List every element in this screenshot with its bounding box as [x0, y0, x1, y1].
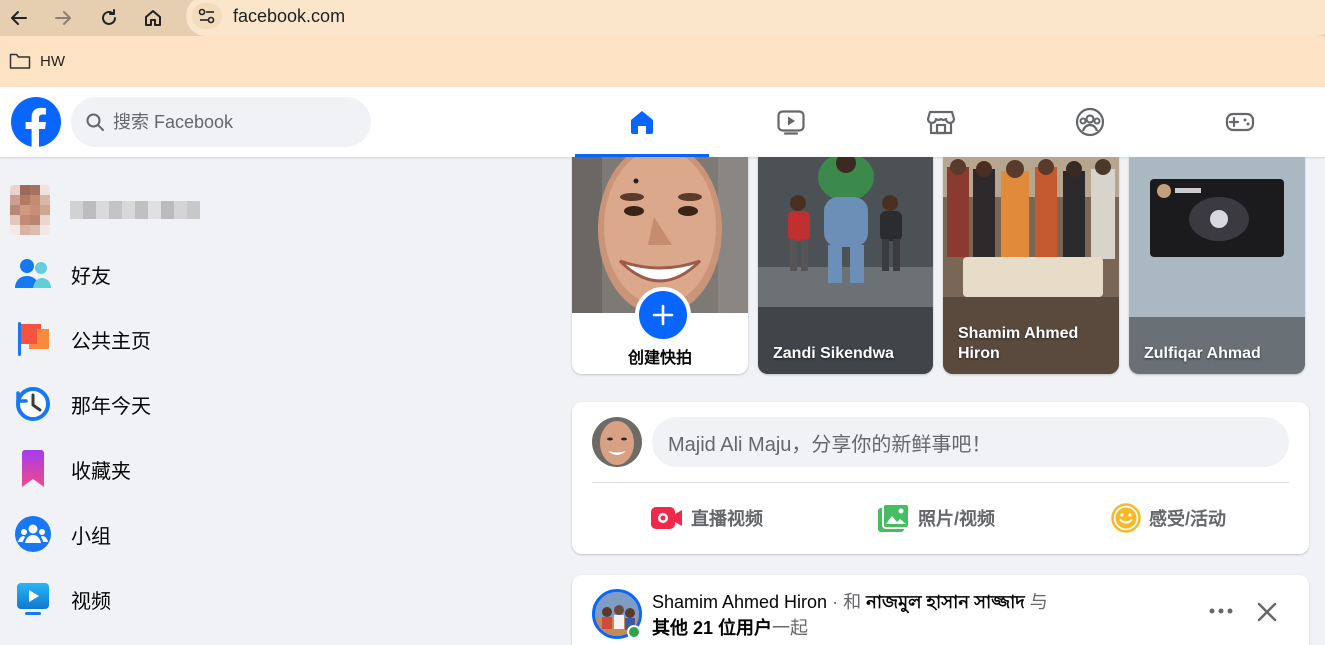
- story-card[interactable]: Zulfiqar Ahmad: [1129, 157, 1305, 374]
- search-box[interactable]: [71, 97, 371, 147]
- sidebar-item-video[interactable]: 视频: [8, 570, 548, 628]
- tune-icon: [198, 8, 215, 24]
- smiley-icon: [1111, 503, 1141, 533]
- sidebar-item-label: 收藏夹: [71, 460, 131, 483]
- live-video-button[interactable]: 直播视频: [651, 498, 763, 538]
- sidebar-item-memories[interactable]: 那年今天: [8, 375, 548, 433]
- together-text: 一起: [772, 618, 809, 638]
- arrow-right-icon: [55, 11, 71, 25]
- plus-icon: [652, 304, 674, 326]
- post-header-text: Shamim Ahmed Hiron · 和 নাজমুল হাসান সাজ্…: [652, 589, 1192, 641]
- sidebar-item-label: 好友: [71, 265, 111, 288]
- folder-icon: [9, 53, 31, 69]
- more-horizontal-icon: [1209, 608, 1233, 614]
- online-status-dot: [627, 625, 641, 639]
- create-story-card[interactable]: 创建快拍: [572, 157, 748, 374]
- bookmark-folder-hw[interactable]: HW: [9, 52, 65, 70]
- post-options-button[interactable]: [1205, 599, 1237, 623]
- facebook-header: [0, 87, 1325, 157]
- live-video-icon: [651, 507, 682, 529]
- search-icon: [86, 113, 104, 131]
- search-input[interactable]: [113, 111, 353, 133]
- memories-clock-icon: [16, 387, 50, 421]
- avatar[interactable]: [592, 417, 642, 467]
- story-video-thumbnail: [1129, 157, 1305, 374]
- tagged-user-name[interactable]: নাজমুল হাসান সাজ্জাদ: [866, 592, 1025, 612]
- video-icon: [17, 583, 49, 615]
- sidebar-item-label: 视频: [71, 590, 111, 613]
- feeling-activity-button[interactable]: 感受/活动: [1111, 498, 1226, 538]
- tab-home[interactable]: [575, 87, 709, 157]
- sidebar-item-friends[interactable]: 好友: [8, 245, 548, 303]
- groups-people-icon: [1075, 107, 1105, 137]
- marketplace-store-icon: [926, 110, 956, 135]
- story-card[interactable]: Zandi Sikendwa: [758, 157, 933, 374]
- add-story-button[interactable]: [635, 287, 691, 343]
- saved-bookmark-icon: [22, 450, 44, 487]
- bookmark-label: HW: [40, 52, 65, 70]
- address-bar[interactable]: [186, 0, 1325, 36]
- and-text: 与: [1024, 592, 1048, 612]
- browser-toolbar: facebook.com: [0, 0, 1325, 36]
- reload-icon: [102, 9, 116, 25]
- tab-marketplace[interactable]: [874, 87, 1008, 157]
- home-outline-icon: [145, 10, 161, 26]
- close-icon: [1257, 602, 1277, 622]
- groups-icon: [15, 516, 51, 552]
- home-button[interactable]: [138, 3, 168, 33]
- sidebar-item-profile[interactable]: [8, 181, 548, 239]
- post-author-name[interactable]: Shamim Ahmed Hiron: [652, 592, 827, 612]
- gaming-controller-icon: [1225, 112, 1255, 132]
- action-label: 感受/活动: [1149, 509, 1227, 529]
- profile-name-pixelated: [70, 201, 200, 219]
- tab-gaming[interactable]: [1173, 87, 1307, 157]
- home-icon: [631, 111, 653, 134]
- whats-on-your-mind-input[interactable]: Majid Ali Maju，分享你的新鲜事吧！: [652, 417, 1289, 467]
- photo-icon: [878, 504, 910, 532]
- tab-watch[interactable]: [724, 87, 858, 157]
- url-text[interactable]: facebook.com: [233, 6, 345, 27]
- story-author-name: Zulfiqar Ahmad: [1144, 345, 1261, 362]
- tab-groups[interactable]: [1023, 87, 1157, 157]
- sidebar-item-label: 公共主页: [71, 330, 151, 353]
- action-label: 照片/视频: [918, 509, 996, 529]
- sidebar-item-pages[interactable]: 公共主页: [8, 310, 548, 368]
- others-link[interactable]: 其他 21 位用户: [652, 618, 772, 638]
- action-label: 直播视频: [691, 509, 763, 529]
- reload-button[interactable]: [94, 3, 124, 33]
- photo-video-button[interactable]: 照片/视频: [878, 498, 995, 538]
- story-photo-family-rain: [758, 157, 933, 374]
- sidebar-item-label: 那年今天: [71, 395, 151, 418]
- story-author-name: Shamim Ahmed Hiron: [958, 325, 1079, 362]
- story-author-name: Zandi Sikendwa: [773, 345, 894, 362]
- story-card[interactable]: Shamim Ahmed Hiron: [943, 157, 1119, 374]
- create-story-label: 创建快拍: [627, 350, 692, 367]
- back-button[interactable]: [4, 3, 34, 33]
- facebook-logo-icon[interactable]: [11, 97, 61, 147]
- avatar: [10, 185, 50, 235]
- forward-button[interactable]: [48, 3, 78, 33]
- pages-flag-icon: [18, 322, 49, 356]
- hide-post-button[interactable]: [1254, 599, 1280, 625]
- with-separator: · 和: [827, 592, 867, 612]
- watch-video-icon: [777, 110, 805, 135]
- friends-icon: [15, 259, 51, 288]
- sidebar-item-groups[interactable]: 小组: [8, 505, 548, 563]
- sidebar-item-label: 小组: [71, 525, 111, 548]
- post-composer: Majid Ali Maju，分享你的新鲜事吧！ 直播视频 照片/视频 感受/活…: [572, 402, 1309, 554]
- sidebar-item-saved[interactable]: 收藏夹: [8, 440, 548, 498]
- feed-post: Shamim Ahmed Hiron · 和 নাজমুল হাসান সাজ্…: [572, 575, 1309, 645]
- divider: [592, 482, 1289, 483]
- arrow-left-icon: [11, 11, 27, 25]
- site-info-button[interactable]: [192, 3, 222, 29]
